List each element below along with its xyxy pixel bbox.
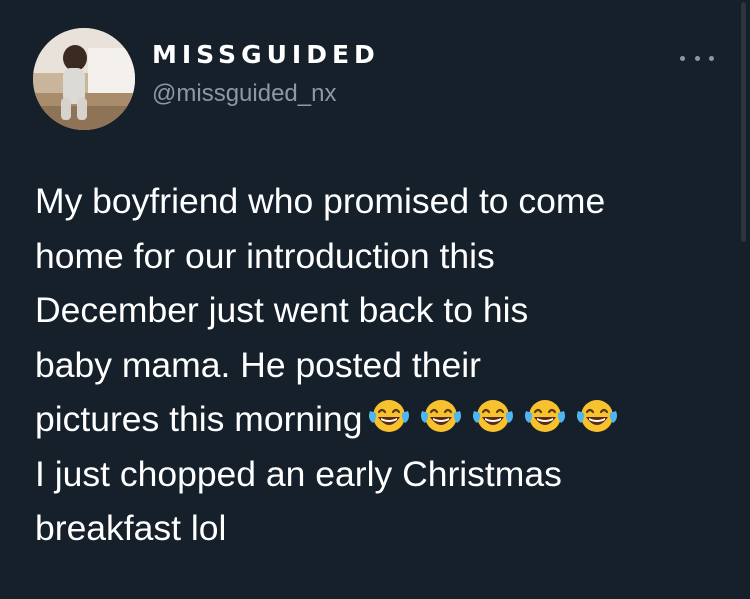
face-with-tears-of-joy-icon: [368, 400, 409, 432]
face-with-tears-of-joy-icon: [524, 400, 565, 432]
tweet-text-line: breakfast lol: [35, 508, 227, 548]
tweet-text-line: December just went back to his: [35, 290, 529, 330]
tweet-text-line: baby mama. He posted their: [35, 344, 481, 385]
display-name[interactable]: MISSGUIDED: [152, 40, 380, 69]
emoji-group: [367, 397, 619, 435]
tweet-text-line-with-emojis: pictures this morning: [35, 392, 725, 447]
user-handle[interactable]: @missguided_nx: [152, 80, 336, 108]
toddler-photo-avatar: [33, 28, 135, 130]
dot-icon: [694, 55, 700, 61]
tweet-text-line: My boyfriend who promised to come: [35, 181, 606, 221]
tweet-card: MISSGUIDED @missguided_nx My boyfriend w…: [0, 0, 750, 599]
tweet-text: My boyfriend who promised to come home f…: [35, 174, 725, 556]
more-options-icon[interactable]: [680, 48, 714, 68]
avatar[interactable]: [33, 28, 135, 130]
face-with-tears-of-joy-icon: [472, 400, 513, 432]
tweet-text-line: I just chopped an early Christmas: [35, 453, 562, 494]
tweet-text-line: home for our introduction this: [35, 235, 495, 276]
scrollbar[interactable]: [741, 2, 746, 242]
tweet-text-segment: pictures this morning: [35, 399, 363, 439]
dot-icon: [709, 55, 714, 61]
face-with-tears-of-joy-icon: [420, 400, 461, 432]
face-with-tears-of-joy-icon: [576, 400, 617, 432]
dot-icon: [680, 55, 685, 61]
